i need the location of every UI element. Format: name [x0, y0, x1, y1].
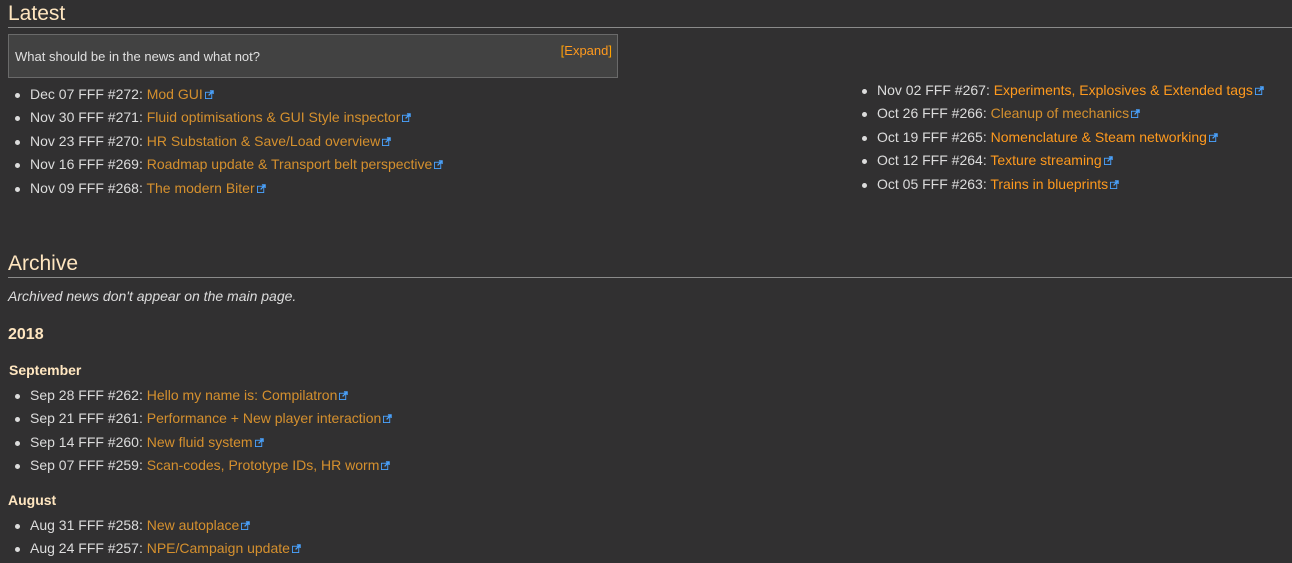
august-list: Aug 31 FFF #258: New autoplace Aug 24 FF… — [8, 514, 301, 561]
item-date: Oct 05 FFF #263: — [877, 175, 991, 192]
news-link[interactable]: Nomenclature & Steam networking — [991, 129, 1207, 145]
list-item: Nov 16 FFF #269: Roadmap update & Transp… — [8, 153, 444, 176]
external-link-icon — [383, 414, 393, 424]
item-date: Aug 24 FFF #257: — [30, 540, 147, 557]
list-item: Aug 31 FFF #258: New autoplace — [8, 514, 301, 537]
external-link-icon — [402, 113, 412, 123]
list-item: Sep 14 FFF #260: New fluid system — [8, 431, 392, 454]
expand-link[interactable]: Expand — [564, 43, 608, 58]
item-date: Nov 02 FFF #267: — [877, 82, 994, 98]
year-heading: 2018 — [8, 326, 44, 343]
item-date: Sep 21 FFF #261: — [30, 410, 147, 427]
item-date: Nov 30 FFF #271: — [30, 109, 147, 126]
news-link[interactable]: Hello my name is: Compilatron — [147, 387, 338, 403]
item-date: Nov 16 FFF #269: — [30, 156, 147, 173]
news-link[interactable]: Experiments, Explosives & Extended tags — [994, 82, 1253, 98]
external-link-icon — [204, 90, 214, 99]
news-link[interactable]: Performance + New player interaction — [147, 410, 382, 426]
external-link-icon — [256, 183, 266, 193]
news-link[interactable]: Trains in blueprints — [990, 176, 1108, 192]
external-link-icon — [254, 438, 264, 447]
list-item: Nov 02 FFF #267: Experiments, Explosives… — [855, 79, 1264, 102]
month-heading-september: September — [9, 362, 82, 378]
external-link-icon — [1254, 86, 1264, 95]
notice-toggle: [Expand] — [561, 43, 612, 58]
latest-list-right: Nov 02 FFF #267: Experiments, Explosives… — [855, 79, 1264, 196]
news-link[interactable]: Mod GUI — [147, 86, 203, 102]
list-item: Sep 07 FFF #259: Scan-codes, Prototype I… — [8, 454, 392, 477]
item-date: Sep 14 FFF #260: — [30, 433, 147, 450]
external-link-icon — [241, 521, 251, 530]
news-link[interactable]: New autoplace — [147, 517, 240, 533]
notice-text: What should be in the news and what not? — [15, 49, 260, 64]
external-link-icon — [381, 461, 391, 471]
month-heading-august: August — [8, 492, 57, 508]
news-link[interactable]: Scan-codes, Prototype IDs, HR worm — [147, 457, 380, 473]
list-item: Sep 21 FFF #261: Performance + New playe… — [8, 407, 393, 430]
news-link[interactable]: Fluid optimisations & GUI Style inspecto… — [147, 109, 401, 125]
external-link-icon — [1131, 109, 1140, 119]
external-link-icon — [434, 160, 444, 170]
item-date: Dec 07 FFF #272: — [30, 86, 147, 102]
item-date: Oct 12 FFF #264: — [877, 152, 991, 169]
external-link-icon — [382, 137, 391, 146]
item-date: Nov 23 FFF #270: — [30, 132, 147, 149]
news-link[interactable]: The modern Biter — [146, 180, 254, 196]
list-item: Aug 24 FFF #257: NPE/Campaign update — [8, 537, 301, 560]
external-link-icon — [1103, 156, 1113, 166]
news-link[interactable]: Texture streaming — [990, 152, 1101, 168]
news-notice-box: What should be in the news and what not?… — [8, 34, 618, 78]
list-item: Nov 30 FFF #271: Fluid optimisations & G… — [8, 106, 443, 129]
item-date: Nov 09 FFF #268: — [30, 179, 147, 196]
external-link-icon — [1208, 133, 1218, 142]
september-list: Sep 28 FFF #262: Hello my name is: Compi… — [8, 384, 393, 478]
list-item: Oct 05 FFF #263: Trains in blueprints — [855, 173, 1264, 196]
news-link[interactable]: HR Substation & Save/Load overview — [147, 133, 380, 149]
latest-heading: Latest — [8, 1, 1292, 28]
external-link-icon — [291, 544, 301, 554]
external-link-icon — [339, 391, 349, 400]
item-date: Oct 26 FFF #266: — [877, 105, 991, 122]
list-item: Nov 23 FFF #270: HR Substation & Save/Lo… — [8, 130, 443, 153]
archive-heading: Archive — [8, 251, 1292, 278]
latest-list-left: Dec 07 FFF #272: Mod GUI Nov 30 FFF #271… — [8, 83, 444, 200]
archive-description: Archived news don't appear on the main p… — [8, 288, 297, 304]
item-date: Oct 19 FFF #265: — [877, 128, 991, 145]
list-item: Oct 19 FFF #265: Nomenclature & Steam ne… — [855, 126, 1264, 149]
list-item: Oct 26 FFF #266: Cleanup of mechanics — [855, 102, 1264, 125]
news-link[interactable]: Cleanup of mechanics — [991, 105, 1130, 121]
item-date: Sep 28 FFF #262: — [30, 387, 147, 403]
list-item: Sep 28 FFF #262: Hello my name is: Compi… — [8, 384, 392, 407]
news-link[interactable]: New fluid system — [147, 434, 253, 450]
list-item: Dec 07 FFF #272: Mod GUI — [8, 83, 443, 106]
list-item: Nov 09 FFF #268: The modern Biter — [8, 177, 443, 200]
bracket-close: ] — [608, 43, 612, 58]
news-link[interactable]: NPE/Campaign update — [147, 540, 290, 556]
external-link-icon — [1110, 179, 1119, 189]
item-date: Sep 07 FFF #259: — [30, 457, 147, 474]
news-link[interactable]: Roadmap update & Transport belt perspect… — [147, 156, 433, 172]
item-date: Aug 31 FFF #258: — [30, 517, 147, 533]
list-item: Oct 12 FFF #264: Texture streaming — [855, 149, 1264, 172]
